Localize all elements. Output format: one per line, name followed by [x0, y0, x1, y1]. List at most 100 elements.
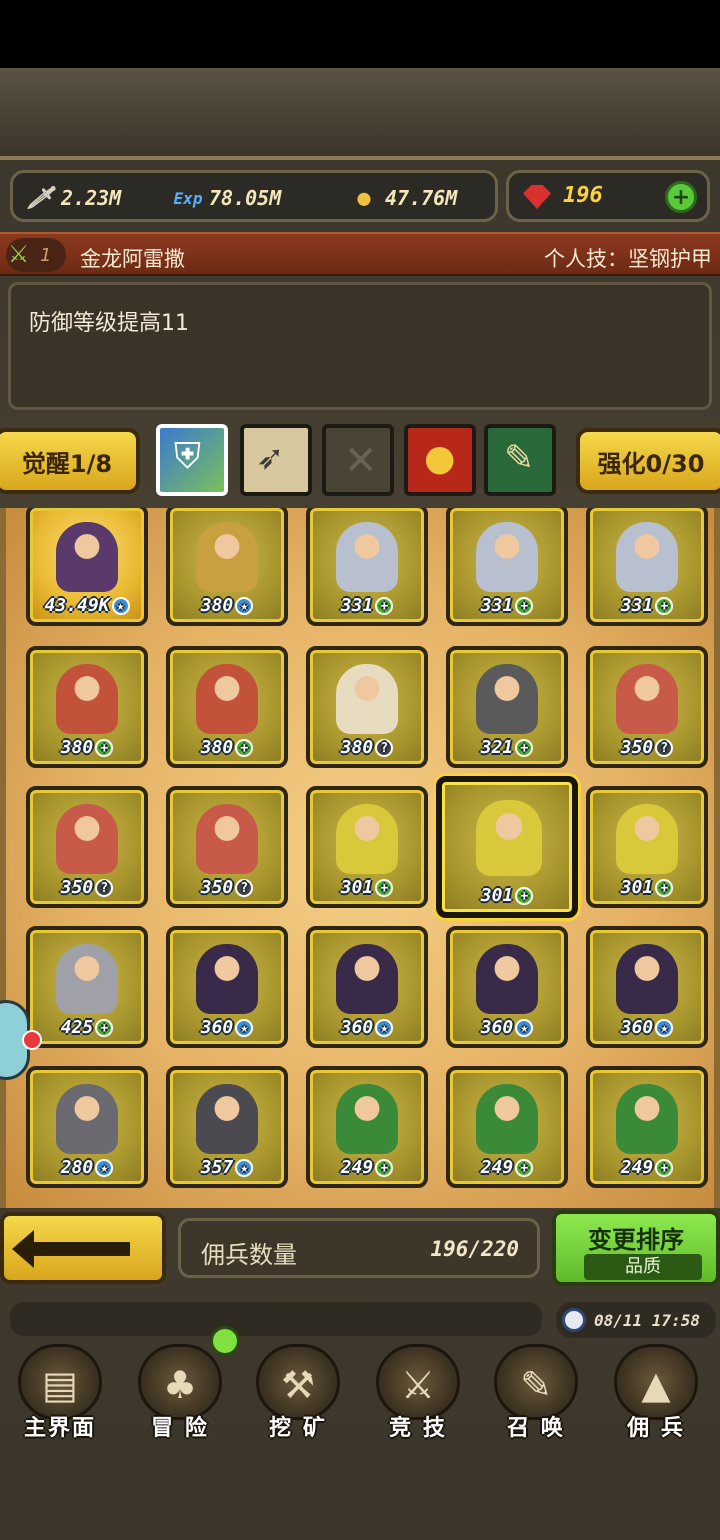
mercenary-card[interactable]: 321 +	[446, 646, 568, 768]
x-icon: ✕	[344, 438, 378, 484]
empty-slot[interactable]: ✕	[322, 424, 394, 496]
mercenary-level: 280 ★	[30, 1157, 144, 1178]
personal-skill: 个人技：坚钢护甲	[544, 247, 712, 271]
clock: 08/11 17:58	[556, 1302, 716, 1338]
mercenary-card[interactable]: 249 +	[306, 1066, 428, 1188]
mercenary-portrait	[196, 804, 258, 874]
mercenary-portrait	[196, 944, 258, 1014]
nav-glyph: ⚒	[280, 1363, 316, 1407]
mercenary-card[interactable]: 360 ★	[446, 926, 568, 1048]
mercenary-card[interactable]: 360 ★	[306, 926, 428, 1048]
golden-egg-slot[interactable]: ●	[404, 424, 476, 496]
star-badge-icon: ★	[375, 1019, 394, 1037]
nav-glyph: ⚔	[400, 1363, 436, 1407]
mercenary-card[interactable]: 280 ★	[26, 1066, 148, 1188]
mercenary-card[interactable]: 357 ★	[166, 1066, 288, 1188]
sort-button[interactable]: 变更排序 品质	[552, 1210, 720, 1286]
mercenary-level-value: 350	[60, 877, 94, 898]
mercenary-level-value: 425	[60, 1017, 94, 1038]
mercenary-portrait	[616, 804, 678, 874]
island-icon: ♣	[138, 1344, 222, 1420]
enhance-label: 强化0/30	[597, 449, 705, 478]
clock-icon	[562, 1308, 586, 1332]
mercenary-level-value: 380	[200, 595, 234, 616]
back-button[interactable]	[0, 1212, 166, 1284]
arrows-slot[interactable]: ➶	[240, 424, 312, 496]
awaken-label: 觉醒1/8	[21, 449, 113, 478]
nav-label: 召 唤	[507, 1416, 565, 1441]
nav-item[interactable]: ▤ 主界面	[4, 1340, 116, 1450]
mercenary-level: 350?	[30, 877, 144, 898]
mercenary-portrait	[56, 1084, 118, 1154]
shield-up-slot[interactable]: ⛨	[156, 424, 228, 496]
mercenary-portrait	[336, 804, 398, 874]
nav-item[interactable]: ✎ 召 唤	[480, 1340, 592, 1450]
plus-badge-icon: +	[655, 1159, 674, 1177]
mercenary-card[interactable]: 380 +	[166, 646, 288, 768]
mercenary-card[interactable]: 360 ★	[166, 926, 288, 1048]
nav-glyph: ✎	[520, 1363, 552, 1407]
mercenary-portrait	[56, 944, 118, 1014]
nav-item[interactable]: ⚔ 竞 技	[362, 1340, 474, 1450]
skill-level: 1	[40, 244, 52, 266]
mercenary-card[interactable]: 249 +	[586, 1066, 708, 1188]
mercenary-card[interactable]: 380?	[306, 646, 428, 768]
mercenary-level-value: 350	[620, 737, 654, 758]
plus-badge-icon: +	[375, 879, 394, 897]
mercenary-level: 360 ★	[590, 1017, 704, 1038]
mercenary-level-value: 321	[480, 737, 514, 758]
mercenary-card[interactable]: 350?	[166, 786, 288, 908]
skill-description: 防御等级提高11	[29, 311, 189, 336]
mercenary-level-value: 380	[340, 737, 374, 758]
mercenary-level-value: 301	[620, 877, 654, 898]
mercenary-card[interactable]: 301 +	[586, 786, 708, 908]
bottom-nav: ▤ 主界面 ♣ 冒 险 ⚒ 挖 矿 ⚔ 竞 技 ✎ 召 唤 ▲ 佣 兵	[0, 1340, 720, 1450]
awaken-button[interactable]: 觉醒1/8	[0, 428, 140, 494]
nav-item[interactable]: ⚒ 挖 矿	[242, 1340, 354, 1450]
mercenary-card[interactable]: 380 +	[26, 646, 148, 768]
mercenary-card[interactable]: 301 +	[436, 776, 578, 918]
mercenary-level-value: 331	[620, 595, 654, 616]
nav-label: 主界面	[23, 1416, 96, 1441]
mercenary-portrait	[616, 1084, 678, 1154]
mercenary-portrait	[336, 664, 398, 734]
gold-value: 47.76M	[385, 186, 458, 210]
mercenary-card[interactable]: 301 +	[306, 786, 428, 908]
mercenary-level-value: 360	[620, 1017, 654, 1038]
tent-icon: ▲	[614, 1344, 698, 1420]
nav-label: 竞 技	[389, 1416, 447, 1441]
mercenary-portrait	[196, 1084, 258, 1154]
add-gems-button[interactable]: +	[665, 181, 697, 213]
scroll-icon: ✎	[504, 438, 535, 479]
nav-item[interactable]: ♣ 冒 险	[124, 1340, 236, 1450]
scroll-icon: ✎	[494, 1344, 578, 1420]
mercenary-level: 360 ★	[450, 1017, 564, 1038]
scroll-slot[interactable]: ✎	[484, 424, 556, 496]
skill-level-badge: ⚔ 1	[6, 238, 66, 272]
mercenary-card[interactable]: 425 +	[26, 926, 148, 1048]
mercenary-name: 金龙阿雷撒	[80, 247, 185, 271]
count-value: 196/220	[430, 1237, 519, 1261]
plus-badge-icon: +	[515, 739, 534, 757]
attack-value: 2.23M	[61, 186, 122, 210]
mercenary-card[interactable]: 380 ★	[166, 508, 288, 626]
enhance-button[interactable]: 强化0/30	[576, 428, 720, 494]
mercenary-level: 331 +	[590, 595, 704, 616]
plus-badge-icon: +	[95, 739, 114, 757]
mercenary-portrait	[196, 664, 258, 734]
mercenary-portrait	[476, 800, 542, 876]
mercenary-level: 360 ★	[310, 1017, 424, 1038]
mercenary-level-value: 43.49K	[44, 595, 110, 616]
mercenary-card[interactable]: 360 ★	[586, 926, 708, 1048]
mercenary-card[interactable]: 350?	[26, 786, 148, 908]
mercenary-card[interactable]: 249 +	[446, 1066, 568, 1188]
nav-item[interactable]: ▲ 佣 兵	[600, 1340, 712, 1450]
count-label: 佣兵数量	[201, 1241, 297, 1269]
exp-stat: Exp 78.05M	[173, 183, 282, 213]
mercenary-card[interactable]: 331 +	[586, 508, 708, 626]
mercenary-card[interactable]: 43.49K ★	[26, 508, 148, 626]
mercenary-card[interactable]: 331 +	[446, 508, 568, 626]
mercenary-card[interactable]: 331 +	[306, 508, 428, 626]
mercenary-card[interactable]: 350?	[586, 646, 708, 768]
mercenary-portrait	[476, 522, 538, 592]
